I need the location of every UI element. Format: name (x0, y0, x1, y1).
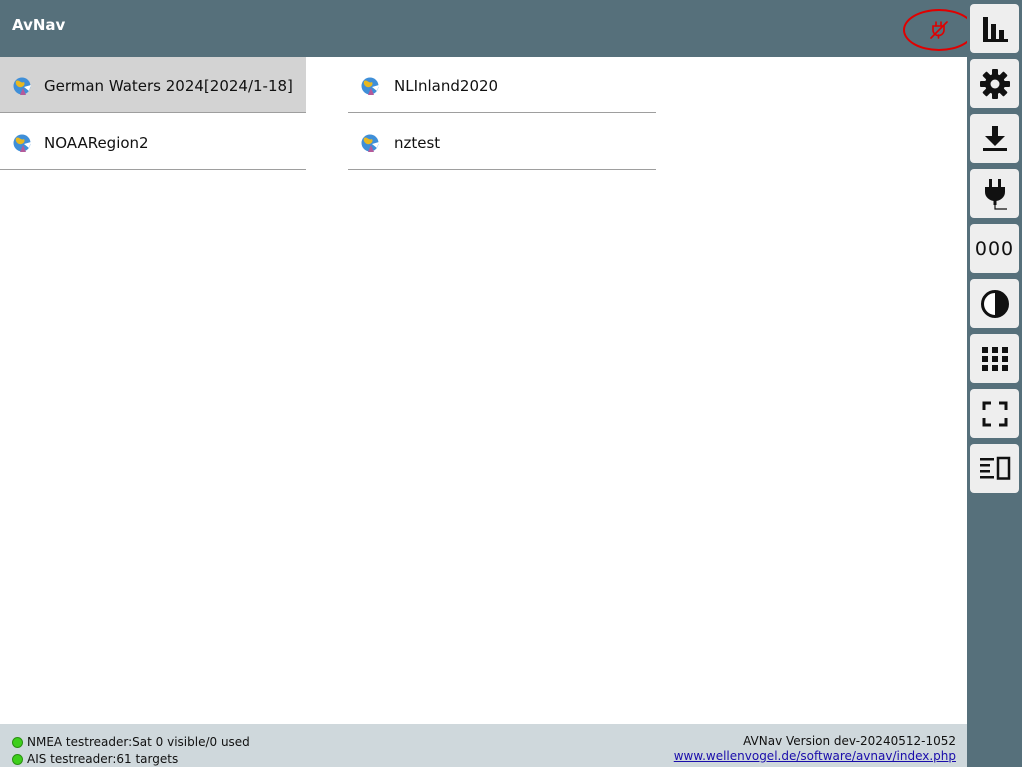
chart-item[interactable]: German Waters 2024[2024/1-18] (0, 57, 306, 113)
right-button-bar: 000 (967, 0, 1022, 767)
nmea-status-dot-icon (12, 736, 23, 748)
ais-status-text: AIS testreader:61 targets (27, 752, 179, 766)
disconnected-plug-icon (930, 21, 948, 39)
counter-button[interactable]: 000 (970, 224, 1019, 273)
connection-status-indicator[interactable] (903, 9, 975, 51)
chart-item[interactable]: NOAARegion2 (0, 114, 306, 170)
chart-icon (13, 77, 31, 95)
chart-item[interactable]: NLInland2020 (348, 57, 656, 113)
download-button[interactable] (970, 114, 1019, 163)
contrast-icon (980, 289, 1009, 318)
header-bar: AvNav (0, 0, 975, 57)
statistics-button[interactable] (970, 4, 1019, 53)
chart-icon (361, 134, 379, 152)
counter-label: 000 (974, 237, 1015, 260)
grid-icon (981, 346, 1008, 371)
gear-icon (979, 68, 1010, 99)
plug-icon (984, 178, 1007, 210)
nmea-status-text: NMEA testreader:Sat 0 visible/0 used (27, 735, 250, 749)
chart-icon (361, 77, 379, 95)
chart-name: NLInland2020 (394, 77, 499, 95)
grid-button[interactable] (970, 334, 1019, 383)
homepage-link[interactable]: www.wellenvogel.de/software/avnav/index.… (674, 749, 956, 763)
bar-chart-icon (982, 16, 1008, 42)
chart-name: NOAARegion2 (44, 134, 149, 152)
settings-button[interactable] (970, 59, 1019, 108)
version-text: AVNav Version dev-20240512-1052 (743, 734, 956, 748)
download-icon (982, 125, 1007, 151)
fullscreen-icon (982, 401, 1007, 426)
connect-button[interactable] (970, 169, 1019, 218)
chart-name: nztest (394, 134, 441, 152)
status-footer: NMEA testreader:Sat 0 visible/0 used AIS… (0, 724, 967, 767)
chart-icon (13, 134, 31, 152)
split-view-icon (979, 456, 1010, 480)
ais-status-dot-icon (12, 753, 23, 765)
chart-item[interactable]: nztest (348, 114, 656, 170)
night-mode-button[interactable] (970, 279, 1019, 328)
app-title: AvNav (12, 16, 66, 34)
ais-status: AIS testreader:61 targets (12, 752, 178, 766)
fullscreen-button[interactable] (970, 389, 1019, 438)
chart-name: German Waters 2024[2024/1-18] (44, 77, 293, 95)
split-view-button[interactable] (970, 444, 1019, 493)
nmea-status: NMEA testreader:Sat 0 visible/0 used (12, 735, 250, 749)
